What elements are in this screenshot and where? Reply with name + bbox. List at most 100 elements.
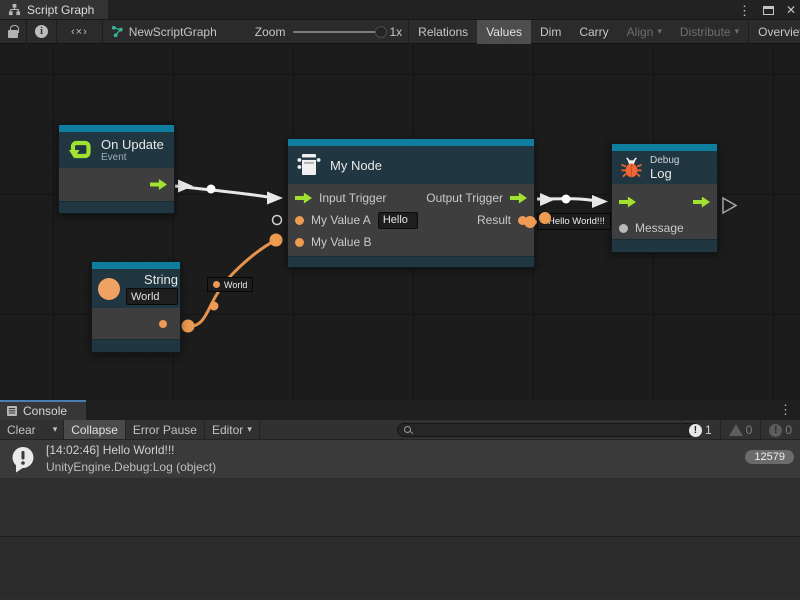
wire-dot [524,216,536,228]
my-node-icon [296,151,322,179]
node-title: My Node [330,158,382,173]
wire-value-dot [562,195,571,204]
input-trigger-port[interactable] [295,193,312,204]
error-count-toggle[interactable]: ! 0 [761,420,800,440]
distribute-dropdown[interactable]: Distribute▾ [671,20,748,44]
unity-script-graph-window: Script Graph ⋮ ✕ i ‹×› NewScriptGraph Zo… [0,0,800,600]
graph-asset-name: NewScriptGraph [129,25,217,39]
node-my-node[interactable]: My Node Input Trigger Output Trigger My … [287,138,535,268]
info-button[interactable]: i [27,20,56,44]
output-trigger-port[interactable] [510,193,527,204]
my-value-b-port[interactable] [295,238,304,247]
node-titlebar [288,139,534,146]
value-dot-icon [213,281,220,288]
message-port[interactable] [619,224,628,233]
search-icon [404,426,413,435]
bug-icon [620,156,643,179]
tab-script-graph[interactable]: Script Graph [0,0,108,19]
chevron-down-icon: ▾ [53,424,58,435]
clear-dropdown[interactable]: ▾ [43,420,64,439]
collapse-toggle[interactable]: Collapse [64,420,125,439]
console-toolbar: Clear ▾ Collapse Error Pause Editor▾ ! 1 [0,420,800,440]
tab-console[interactable]: Console [0,400,86,420]
align-dropdown[interactable]: Align▾ [618,20,671,44]
chevron-down-icon: ▾ [247,424,252,435]
overview-button[interactable]: Overview [749,20,800,44]
wire-value-label-world: World [207,277,253,292]
carry-button[interactable]: Carry [570,20,617,44]
wire-end-arrow [267,192,283,205]
close-icon[interactable]: ✕ [786,3,796,17]
node-string[interactable]: String [91,261,181,353]
zoom-slider[interactable] [293,31,381,33]
clear-button[interactable]: Clear [0,420,43,439]
node-footer [92,339,180,352]
my-value-a-port[interactable] [295,216,304,225]
console-menu-icon[interactable]: ⋮ [779,402,792,418]
search-input[interactable] [417,424,693,436]
tab-label: Console [23,404,67,418]
warning-count-toggle[interactable]: 0 [721,420,761,440]
info-icon: i [35,25,48,38]
error-pause-toggle[interactable]: Error Pause [126,420,204,439]
wire-end-arrow [592,195,608,208]
node-body [92,308,180,339]
values-button[interactable]: Values [477,20,531,44]
divider [259,420,260,439]
zoom-slider-knob[interactable] [375,26,387,38]
console-search[interactable] [397,423,700,437]
zoom-control: Zoom 1x [255,25,402,39]
chevron-down-icon: ▾ [735,26,740,37]
string-output-port[interactable] [159,320,167,328]
zoom-value: 1x [389,25,402,39]
graph-toolbar: i ‹×› NewScriptGraph Zoom 1x Relations V… [0,20,800,44]
port-label: Input Trigger [319,191,386,205]
warning-icon [729,424,743,436]
lock-button[interactable] [0,20,26,44]
node-debug-log[interactable]: Debug Log Message [611,143,718,253]
my-value-a-field[interactable] [378,212,418,229]
wire-dot [539,212,551,224]
tab-label: Script Graph [27,3,94,17]
wire-dot [182,320,195,333]
console-panel: Console ⋮ Clear ▾ Collapse Error Pause E… [0,400,800,600]
window-controls: ⋮ ✕ [738,0,796,20]
window-menu-icon[interactable]: ⋮ [738,4,751,17]
graph-asset-breadcrumb[interactable]: NewScriptGraph [103,25,227,39]
dim-button[interactable]: Dim [531,20,570,44]
debug-output-trigger-port[interactable] [693,197,710,208]
node-body: Message [612,184,717,239]
port-label: My Value B [311,235,371,249]
wire-dot [210,302,219,311]
editor-dropdown[interactable]: Editor▾ [205,420,259,439]
hollow-port-circle [273,216,282,225]
zoom-label: Zoom [255,25,286,39]
port-label: My Value A [311,213,371,227]
wire-value-dot [207,185,216,194]
node-category: Debug [650,155,679,166]
node-footer [612,239,717,252]
string-literal-icon [98,278,120,300]
code-view-button[interactable]: ‹×› [57,26,102,38]
console-tab-icon [6,405,18,417]
debug-input-trigger-port[interactable] [619,197,636,208]
collapse-count-badge: 12579 [745,450,794,464]
graph-asset-icon [111,25,124,38]
relations-button[interactable]: Relations [409,20,477,44]
error-icon: ! [769,424,782,437]
log-count-toggle[interactable]: ! 1 [681,420,720,440]
node-footer [288,256,534,267]
node-title: On Update [101,137,164,152]
console-log-entry[interactable]: [14:02:46] Hello World!!! UnityEngine.De… [0,440,800,479]
log-bubble-icon [8,444,38,474]
graph-canvas[interactable]: On Update Event [0,44,800,400]
console-detail-pane [0,537,800,599]
maximize-icon[interactable] [763,6,774,15]
console-count-badges: ! 1 0 ! 0 [680,420,800,440]
string-value-field[interactable] [126,288,178,305]
node-on-update[interactable]: On Update Event [58,124,175,214]
console-list-empty[interactable] [0,479,800,536]
port-label: Message [635,221,684,235]
trigger-output-port[interactable] [150,179,167,190]
wire-start-arrow [540,193,555,206]
